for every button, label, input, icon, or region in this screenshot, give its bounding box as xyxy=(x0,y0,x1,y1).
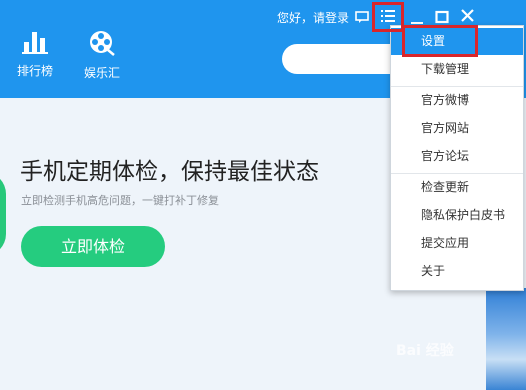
nav-entertainment-label: 娱乐汇 xyxy=(83,66,120,80)
login-link[interactable]: 您好，请登录 xyxy=(277,9,349,26)
menu-item-official-website[interactable]: 官方网站 xyxy=(391,115,523,142)
menu-item-privacy-whitepaper[interactable]: 隐私保护白皮书 xyxy=(391,202,523,229)
background-sky xyxy=(486,288,526,390)
menu-item-about[interactable]: 关于 xyxy=(391,258,523,285)
highlight-box-settings xyxy=(402,25,478,57)
bar-chart-icon xyxy=(22,32,48,58)
menu-item-download-manager[interactable]: 下载管理 xyxy=(391,56,523,83)
dropdown-menu: 设置 下载管理 官方微博 官方网站 官方论坛 检查更新 隐私保护白皮书 提交应用… xyxy=(390,25,524,291)
message-icon[interactable] xyxy=(355,9,369,28)
nav-ranking[interactable]: 排行榜 xyxy=(5,30,65,79)
film-reel-icon xyxy=(89,31,115,60)
menu-item-official-weibo[interactable]: 官方微博 xyxy=(391,87,523,114)
nav-ranking-label: 排行榜 xyxy=(16,64,53,78)
watermark: Bai 经验 xyxy=(396,343,454,359)
menu-item-submit-app[interactable]: 提交应用 xyxy=(391,230,523,257)
subline: 立即检测手机高危问题，一键打补丁修复 xyxy=(21,194,219,207)
menu-item-official-forum[interactable]: 官方论坛 xyxy=(391,143,523,170)
headline: 手机定期体检，保持最佳状态 xyxy=(20,159,319,185)
menu-item-check-update[interactable]: 检查更新 xyxy=(391,174,523,201)
check-now-button[interactable]: 立即体检 xyxy=(21,226,165,267)
highlight-box-menu-icon xyxy=(372,2,404,32)
nav-entertainment[interactable]: 娱乐汇 xyxy=(72,30,132,81)
